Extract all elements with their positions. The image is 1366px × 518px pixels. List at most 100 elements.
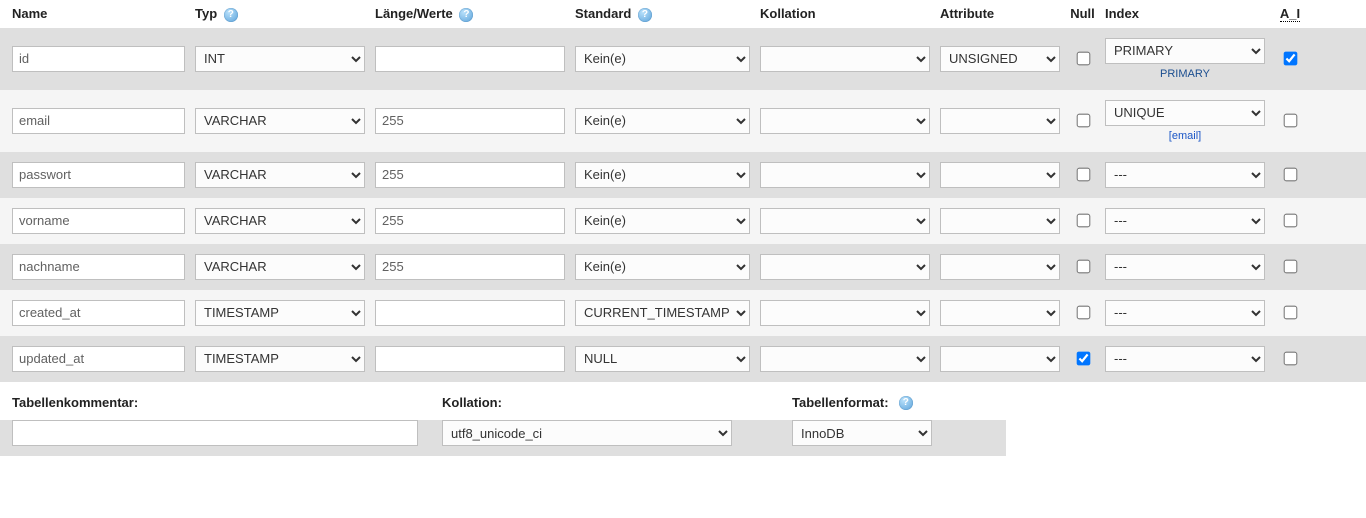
column-index-select[interactable]: --- bbox=[1105, 162, 1265, 188]
column-collation-select[interactable] bbox=[760, 108, 930, 134]
column-type-select[interactable]: VARCHAR bbox=[195, 162, 365, 188]
header-typ: Typ ? bbox=[190, 6, 370, 22]
table-comment-input[interactable] bbox=[12, 420, 418, 446]
column-null-checkbox[interactable] bbox=[1076, 114, 1090, 128]
column-row: VARCHAR Kein(e) --- bbox=[0, 152, 1366, 198]
header-name: Name bbox=[0, 6, 190, 21]
column-null-checkbox[interactable] bbox=[1076, 260, 1090, 274]
column-length-input[interactable] bbox=[375, 300, 565, 326]
column-default-select[interactable]: CURRENT_TIMESTAMP bbox=[575, 300, 750, 326]
column-ai-checkbox[interactable] bbox=[1284, 52, 1298, 66]
column-ai-checkbox[interactable] bbox=[1284, 214, 1298, 228]
column-length-input[interactable] bbox=[375, 254, 565, 280]
index-sub-label: PRIMARY bbox=[1160, 68, 1210, 80]
column-type-select[interactable]: VARCHAR bbox=[195, 108, 365, 134]
column-type-select[interactable]: TIMESTAMP bbox=[195, 300, 365, 326]
column-index-select[interactable]: --- bbox=[1105, 346, 1265, 372]
format-label-text: Tabellenformat: bbox=[792, 395, 889, 410]
column-collation-select[interactable] bbox=[760, 300, 930, 326]
help-icon[interactable]: ? bbox=[459, 8, 473, 22]
column-attribute-select[interactable] bbox=[940, 254, 1060, 280]
column-default-select[interactable]: Kein(e) bbox=[575, 108, 750, 134]
header-attributes: Attribute bbox=[935, 6, 1065, 21]
header-typ-label: Typ bbox=[195, 6, 217, 21]
column-index-select[interactable]: UNIQUE bbox=[1105, 100, 1265, 126]
column-null-checkbox[interactable] bbox=[1076, 168, 1090, 182]
column-ai-checkbox[interactable] bbox=[1284, 168, 1298, 182]
column-default-select[interactable]: Kein(e) bbox=[575, 208, 750, 234]
header-index: Index bbox=[1100, 6, 1270, 21]
column-ai-checkbox[interactable] bbox=[1284, 352, 1298, 366]
header-default: Standard ? bbox=[570, 6, 755, 22]
column-attribute-select[interactable]: UNSIGNED bbox=[940, 46, 1060, 72]
column-collation-select[interactable] bbox=[760, 254, 930, 280]
column-length-input[interactable] bbox=[375, 162, 565, 188]
column-length-input[interactable] bbox=[375, 346, 565, 372]
column-name-input[interactable] bbox=[12, 300, 185, 326]
column-null-checkbox[interactable] bbox=[1076, 352, 1090, 366]
column-row: INT Kein(e) UNSIGNED PRIMARY PRIMARY bbox=[0, 28, 1366, 90]
column-length-input[interactable] bbox=[375, 46, 565, 72]
header-default-label: Standard bbox=[575, 6, 631, 21]
column-default-select[interactable]: Kein(e) bbox=[575, 254, 750, 280]
header-length: Länge/Werte ? bbox=[370, 6, 570, 22]
help-icon[interactable]: ? bbox=[638, 8, 652, 22]
table-options-labels: Tabellenkommentar: Kollation: Tabellenfo… bbox=[0, 382, 1006, 416]
column-index-select[interactable]: --- bbox=[1105, 300, 1265, 326]
index-sub-label[interactable]: [email] bbox=[1169, 130, 1201, 142]
help-icon[interactable]: ? bbox=[899, 396, 913, 410]
column-index-select[interactable]: --- bbox=[1105, 254, 1265, 280]
header-ai-label: A_I bbox=[1280, 6, 1300, 22]
column-name-input[interactable] bbox=[12, 46, 185, 72]
column-attribute-select[interactable] bbox=[940, 162, 1060, 188]
header-row: Name Typ ? Länge/Werte ? Standard ? Koll… bbox=[0, 0, 1366, 28]
collation-label: Kollation: bbox=[430, 390, 780, 415]
help-icon[interactable]: ? bbox=[224, 8, 238, 22]
column-row: TIMESTAMP NULL --- bbox=[0, 336, 1366, 382]
header-ai: A_I bbox=[1270, 6, 1310, 21]
column-default-select[interactable]: Kein(e) bbox=[575, 162, 750, 188]
column-attribute-select[interactable] bbox=[940, 108, 1060, 134]
column-type-select[interactable]: VARCHAR bbox=[195, 208, 365, 234]
column-null-checkbox[interactable] bbox=[1076, 52, 1090, 66]
column-index-select[interactable]: PRIMARY bbox=[1105, 38, 1265, 64]
column-name-input[interactable] bbox=[12, 254, 185, 280]
table-collation-select[interactable]: utf8_unicode_ci bbox=[442, 420, 732, 446]
column-type-select[interactable]: INT bbox=[195, 46, 365, 72]
column-row: VARCHAR Kein(e) --- bbox=[0, 198, 1366, 244]
table-options-row: utf8_unicode_ci InnoDB bbox=[0, 420, 1006, 456]
column-collation-select[interactable] bbox=[760, 46, 930, 72]
format-label: Tabellenformat: ? bbox=[780, 390, 1006, 416]
column-ai-checkbox[interactable] bbox=[1284, 260, 1298, 274]
column-index-select[interactable]: --- bbox=[1105, 208, 1265, 234]
column-collation-select[interactable] bbox=[760, 162, 930, 188]
column-row: VARCHAR Kein(e) UNIQUE [email] bbox=[0, 90, 1366, 152]
column-null-checkbox[interactable] bbox=[1076, 214, 1090, 228]
column-length-input[interactable] bbox=[375, 208, 565, 234]
column-null-checkbox[interactable] bbox=[1076, 306, 1090, 320]
header-collation: Kollation bbox=[755, 6, 935, 21]
comment-label: Tabellenkommentar: bbox=[0, 390, 430, 415]
column-name-input[interactable] bbox=[12, 208, 185, 234]
column-default-select[interactable]: NULL bbox=[575, 346, 750, 372]
column-ai-checkbox[interactable] bbox=[1284, 114, 1298, 128]
header-null: Null bbox=[1065, 6, 1100, 21]
column-length-input[interactable] bbox=[375, 108, 565, 134]
column-collation-select[interactable] bbox=[760, 346, 930, 372]
header-length-label: Länge/Werte bbox=[375, 6, 453, 21]
column-name-input[interactable] bbox=[12, 108, 185, 134]
column-row: VARCHAR Kein(e) --- bbox=[0, 244, 1366, 290]
column-attribute-select[interactable] bbox=[940, 208, 1060, 234]
column-attribute-select[interactable] bbox=[940, 300, 1060, 326]
column-type-select[interactable]: TIMESTAMP bbox=[195, 346, 365, 372]
column-ai-checkbox[interactable] bbox=[1284, 306, 1298, 320]
column-row: TIMESTAMP CURRENT_TIMESTAMP --- bbox=[0, 290, 1366, 336]
column-attribute-select[interactable] bbox=[940, 346, 1060, 372]
table-format-select[interactable]: InnoDB bbox=[792, 420, 932, 446]
column-default-select[interactable]: Kein(e) bbox=[575, 46, 750, 72]
column-structure-table: Name Typ ? Länge/Werte ? Standard ? Koll… bbox=[0, 0, 1366, 382]
column-name-input[interactable] bbox=[12, 162, 185, 188]
column-name-input[interactable] bbox=[12, 346, 185, 372]
column-type-select[interactable]: VARCHAR bbox=[195, 254, 365, 280]
column-collation-select[interactable] bbox=[760, 208, 930, 234]
